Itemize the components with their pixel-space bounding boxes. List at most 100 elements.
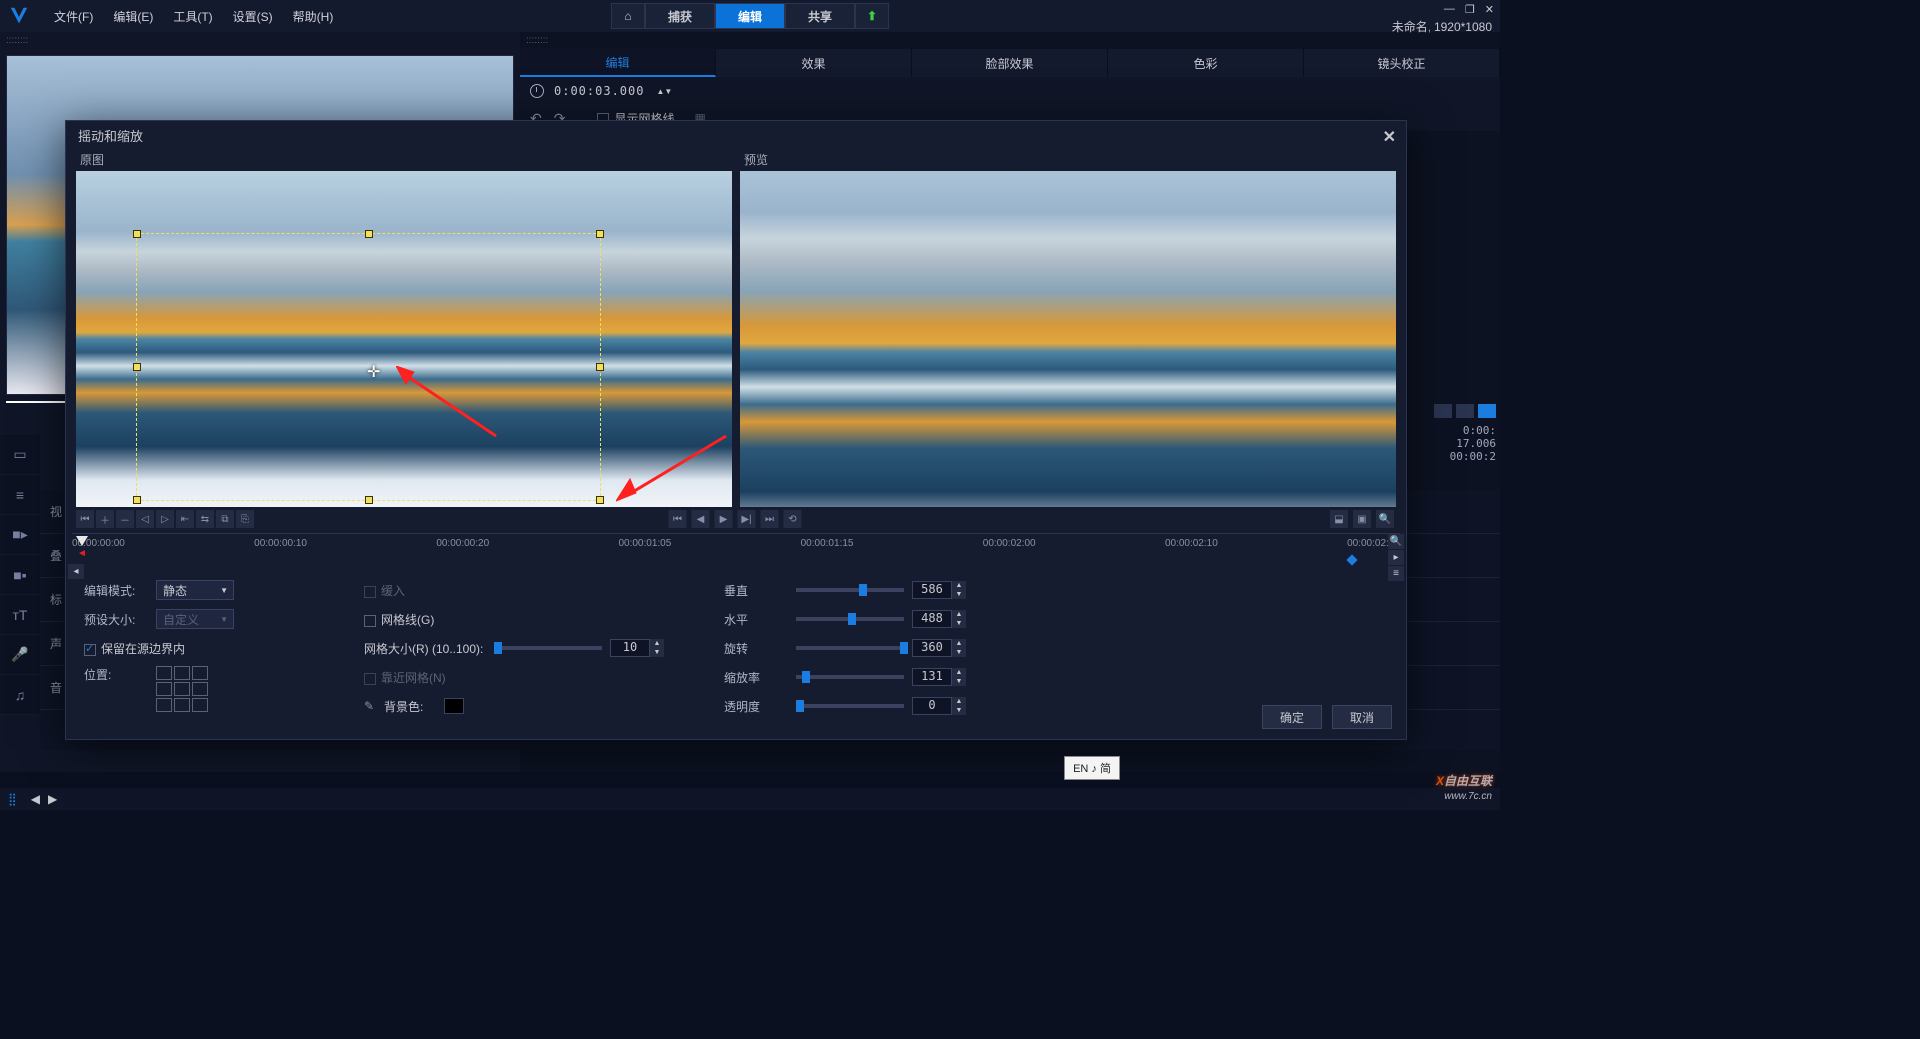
keyframe-end[interactable] [1346, 554, 1357, 565]
drag-handle-left[interactable]: :::::::: [0, 32, 520, 49]
loop-icon[interactable]: ⟲ [784, 510, 802, 528]
opacity-down[interactable]: ▼ [952, 706, 966, 715]
center-cross-icon[interactable]: ✛ [367, 362, 380, 382]
next-frame-icon[interactable]: ▶| [738, 510, 756, 528]
kf-copy-icon[interactable]: ⧉ [216, 510, 234, 528]
fit-icon[interactable]: ⬓ [1330, 510, 1348, 528]
list-icon[interactable]: ≡ [0, 475, 40, 515]
tl-collapse-icon[interactable]: ≡ [1388, 566, 1404, 581]
pos-mr[interactable] [192, 682, 208, 696]
position-grid[interactable] [156, 666, 208, 712]
pos-tr[interactable] [192, 666, 208, 680]
vert-slider[interactable] [796, 588, 904, 592]
tab-upload[interactable]: ⬆ [855, 3, 889, 29]
gridsize-up[interactable]: ▲ [650, 639, 664, 648]
gridsize-down[interactable]: ▼ [650, 648, 664, 657]
handle-bc[interactable] [365, 496, 373, 504]
duration-value[interactable]: 0:00:03.000 [554, 84, 644, 98]
zoom-input[interactable]: 131 [912, 668, 952, 686]
rotate-input[interactable]: 360 [912, 639, 952, 657]
editmode-combo[interactable]: 静态 [156, 580, 234, 600]
play-icon[interactable]: ▶ [715, 510, 733, 528]
rotate-down[interactable]: ▼ [952, 648, 966, 657]
kf-prev-icon[interactable]: ⏮ [76, 510, 94, 528]
first-frame-icon[interactable]: ⏮ [669, 510, 687, 528]
gridlines-checkbox[interactable] [364, 615, 376, 627]
pos-ml[interactable] [156, 682, 172, 696]
music-track-icon[interactable]: ♫ [0, 675, 40, 715]
voice-track-icon[interactable]: 🎤 [0, 635, 40, 675]
horiz-slider[interactable] [796, 617, 904, 621]
dialog-close-button[interactable]: ✕ [1383, 127, 1396, 147]
title-track-icon[interactable]: ᴛT [0, 595, 40, 635]
tab-effect[interactable]: 效果 [716, 49, 912, 77]
kf-mirror-icon[interactable]: ⇆ [196, 510, 214, 528]
tab-share[interactable]: 共享 [785, 3, 855, 29]
pos-tl[interactable] [156, 666, 172, 680]
handle-tr[interactable] [596, 230, 604, 238]
pos-br[interactable] [192, 698, 208, 712]
dialog-timeline[interactable]: ◄ 00:00:00:00 00:00:00:10 00:00:00:20 00… [72, 533, 1400, 571]
gridsize-input[interactable]: 10 [610, 639, 650, 657]
tab-color[interactable]: 色彩 [1108, 49, 1304, 77]
status-dots-icon[interactable]: ⣿ [8, 792, 17, 806]
gridsize-slider[interactable] [494, 646, 602, 650]
menu-help[interactable]: 帮助(H) [283, 8, 344, 25]
tab-edit[interactable]: 编辑 [715, 3, 785, 29]
handle-ml[interactable] [133, 363, 141, 371]
handle-tl[interactable] [133, 230, 141, 238]
ime-indicator[interactable]: EN ♪ 简 [1064, 756, 1120, 780]
pos-tc[interactable] [174, 666, 190, 680]
eyedropper-icon[interactable]: ✎ [364, 699, 378, 713]
rotate-slider[interactable] [796, 646, 904, 650]
tab-home[interactable]: ⌂ [611, 3, 645, 29]
handle-bl[interactable] [133, 496, 141, 504]
handle-br[interactable] [596, 496, 604, 504]
pos-mc[interactable] [174, 682, 190, 696]
video-track-icon[interactable]: ■▸ [0, 515, 40, 555]
kf-add-icon[interactable]: ＋ [96, 510, 114, 528]
vert-down[interactable]: ▼ [952, 590, 966, 599]
preset-combo[interactable]: 自定义 [156, 609, 234, 629]
pos-bc[interactable] [174, 698, 190, 712]
keepbounds-checkbox[interactable] [84, 644, 96, 656]
menu-tools[interactable]: 工具(T) [163, 8, 222, 25]
tab-capture[interactable]: 捕获 [645, 3, 715, 29]
opacity-input[interactable]: 0 [912, 697, 952, 715]
kf-paste-icon[interactable]: ⎘ [236, 510, 254, 528]
handle-mr[interactable] [596, 363, 604, 371]
vert-input[interactable]: 586 [912, 581, 952, 599]
opacity-up[interactable]: ▲ [952, 697, 966, 706]
view-mode-3-icon[interactable] [1478, 404, 1496, 418]
view-mode-2-icon[interactable] [1456, 404, 1474, 418]
tab-lens[interactable]: 镜头校正 [1304, 49, 1500, 77]
minimize-icon[interactable]: — [1444, 3, 1455, 16]
status-next-icon[interactable]: ▶ [48, 792, 57, 806]
drag-handle-right[interactable]: :::::::: [520, 32, 1500, 49]
horiz-down[interactable]: ▼ [952, 619, 966, 628]
menu-edit[interactable]: 编辑(E) [103, 8, 163, 25]
pos-bl[interactable] [156, 698, 172, 712]
crop-frame[interactable]: ✛ [136, 233, 601, 501]
status-prev-icon[interactable]: ◀ [31, 792, 40, 806]
horiz-input[interactable]: 488 [912, 610, 952, 628]
zoom-up[interactable]: ▲ [952, 668, 966, 677]
vert-up[interactable]: ▲ [952, 581, 966, 590]
view-mode-1-icon[interactable] [1434, 404, 1452, 418]
menu-settings[interactable]: 设置(S) [223, 8, 283, 25]
playhead-icon[interactable] [76, 536, 88, 546]
storyboard-icon[interactable]: ▭ [0, 435, 40, 475]
tab-face[interactable]: 脸部效果 [912, 49, 1108, 77]
cancel-button[interactable]: 取消 [1332, 705, 1392, 729]
horiz-up[interactable]: ▲ [952, 610, 966, 619]
opacity-slider[interactable] [796, 704, 904, 708]
last-frame-icon[interactable]: ⏭ [761, 510, 779, 528]
zoom-down[interactable]: ▼ [952, 677, 966, 686]
original-image[interactable]: ✛ [76, 171, 732, 507]
actual-icon[interactable]: ▣ [1353, 510, 1371, 528]
overlay-track-icon[interactable]: ■▪ [0, 555, 40, 595]
kf-fwd-icon[interactable]: ▷ [156, 510, 174, 528]
ok-button[interactable]: 确定 [1262, 705, 1322, 729]
rotate-up[interactable]: ▲ [952, 639, 966, 648]
kf-del-icon[interactable]: － [116, 510, 134, 528]
